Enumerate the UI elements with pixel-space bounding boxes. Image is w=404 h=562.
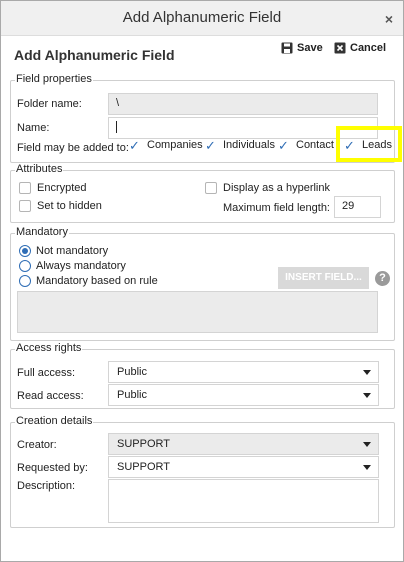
hidden-label: Set to hidden (37, 200, 102, 212)
creator-label: Creator: (17, 439, 57, 451)
name-field[interactable] (108, 117, 378, 139)
not-mandatory-label: Not mandatory (36, 245, 109, 257)
chevron-down-icon (363, 442, 371, 447)
full-access-select[interactable]: Public (108, 361, 379, 383)
save-label: Save (297, 42, 323, 54)
cancel-icon (334, 42, 346, 54)
rule-mandatory-radio[interactable] (19, 275, 31, 287)
chevron-down-icon (363, 465, 371, 470)
companies-checkbox[interactable]: ✓ (129, 139, 140, 152)
cancel-button[interactable]: Cancel (334, 42, 386, 54)
mandatory-legend: Mandatory (15, 226, 69, 238)
add-field-dialog: Add Alphanumeric Field × Add Alphanumeri… (0, 0, 404, 562)
hidden-checkbox[interactable] (19, 200, 31, 212)
requested-by-select[interactable]: SUPPORT (108, 456, 379, 478)
hyperlink-checkbox[interactable] (205, 182, 217, 194)
description-textarea[interactable] (108, 479, 379, 523)
creator-value: SUPPORT (117, 438, 170, 450)
name-label: Name: (17, 122, 50, 134)
field-properties-legend: Field properties (15, 73, 93, 85)
rule-mandatory-label: Mandatory based on rule (36, 275, 158, 287)
full-access-label: Full access: (17, 367, 76, 379)
companies-label: Companies (147, 139, 203, 151)
cancel-label: Cancel (350, 42, 387, 54)
read-access-label: Read access: (17, 390, 84, 402)
individuals-checkbox[interactable]: ✓ (205, 139, 216, 152)
chevron-down-icon (363, 393, 371, 398)
save-icon (281, 42, 293, 54)
creator-select[interactable]: SUPPORT (108, 433, 379, 455)
encrypted-label: Encrypted (37, 182, 87, 194)
insert-field-button[interactable]: INSERT FIELD... (278, 267, 369, 289)
attributes-legend: Attributes (15, 163, 64, 175)
leads-checkbox[interactable]: ✓ (344, 139, 355, 152)
contact-checkbox[interactable]: ✓ (278, 139, 289, 152)
chevron-down-icon (363, 370, 371, 375)
folder-name-label: Folder name: (17, 98, 82, 110)
leads-label: Leads (362, 139, 392, 151)
creation-details-legend: Creation details (15, 415, 94, 427)
max-length-field[interactable]: 29 (334, 196, 381, 218)
always-mandatory-label: Always mandatory (36, 260, 126, 272)
individuals-label: Individuals (223, 139, 275, 151)
save-button[interactable]: Save (281, 42, 323, 54)
requested-by-label: Requested by: (17, 462, 88, 474)
folder-name-field[interactable]: \ (108, 93, 378, 115)
requested-by-value: SUPPORT (117, 461, 170, 473)
titlebar-divider (1, 35, 403, 36)
contact-label: Contact (296, 139, 334, 151)
max-length-label: Maximum field length: (223, 202, 330, 214)
always-mandatory-radio[interactable] (19, 260, 31, 272)
read-access-value: Public (117, 389, 147, 401)
help-icon[interactable]: ? (375, 271, 390, 286)
rule-expression-area[interactable] (17, 291, 378, 333)
not-mandatory-radio[interactable] (19, 245, 31, 257)
access-rights-legend: Access rights (15, 342, 83, 354)
text-cursor (116, 121, 117, 134)
read-access-select[interactable]: Public (108, 384, 379, 406)
full-access-value: Public (117, 366, 147, 378)
description-label: Description: (17, 480, 76, 492)
window-title: Add Alphanumeric Field (122, 9, 282, 26)
close-icon[interactable]: × (385, 11, 393, 27)
page-title: Add Alphanumeric Field (14, 47, 175, 63)
hyperlink-label: Display as a hyperlink (223, 182, 330, 194)
encrypted-checkbox[interactable] (19, 182, 31, 194)
added-to-label: Field may be added to: (17, 142, 129, 154)
window-titlebar[interactable]: Add Alphanumeric Field × (1, 1, 403, 35)
